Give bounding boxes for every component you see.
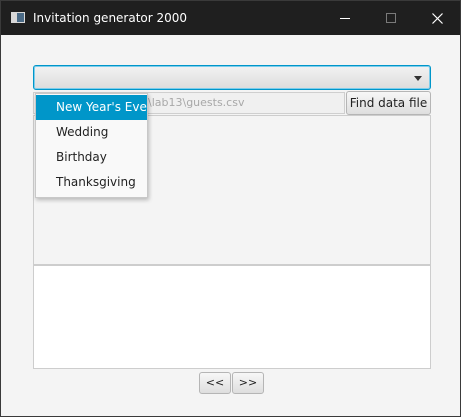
dropdown-option-thanksgiving[interactable]: Thanksgiving (36, 170, 147, 195)
dropdown-option-wedding[interactable]: Wedding (36, 120, 147, 145)
find-data-file-button[interactable]: Find data file (346, 91, 431, 115)
app-window: Invitation generator 2000 \lab13\guests.… (0, 0, 461, 417)
dropdown-option-new-years-eve[interactable]: New Year's Eve (36, 95, 147, 120)
invitation-output-area[interactable] (33, 265, 431, 369)
title-bar[interactable]: Invitation generator 2000 (1, 1, 460, 35)
event-type-combobox[interactable] (33, 65, 431, 90)
chevron-down-icon[interactable] (414, 76, 422, 81)
maximize-button[interactable] (368, 1, 414, 35)
event-type-dropdown-list: New Year's Eve Wedding Birthday Thanksgi… (35, 93, 148, 198)
previous-button[interactable]: << (199, 372, 231, 394)
minimize-icon (339, 17, 350, 19)
dropdown-option-birthday[interactable]: Birthday (36, 145, 147, 170)
maximize-icon (385, 12, 396, 23)
app-icon (11, 12, 25, 23)
close-button[interactable] (414, 1, 460, 35)
minimize-button[interactable] (322, 1, 368, 35)
next-button[interactable]: >> (232, 372, 264, 394)
window-title: Invitation generator 2000 (33, 11, 188, 25)
close-icon (431, 12, 443, 24)
